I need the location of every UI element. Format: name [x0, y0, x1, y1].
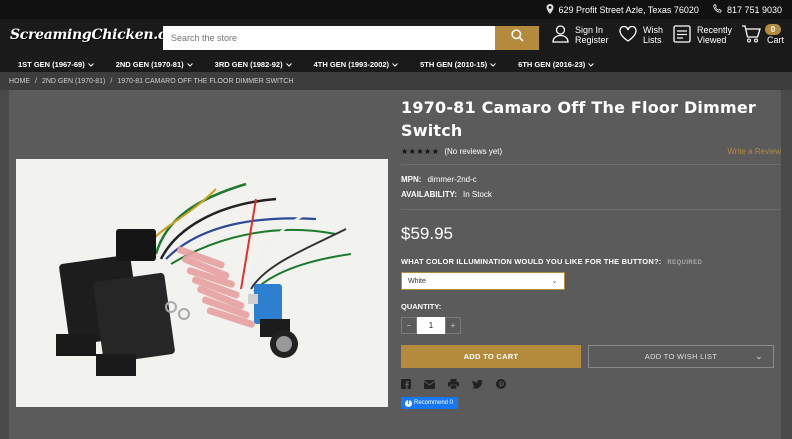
recently-viewed-link[interactable]: Recently Viewed — [673, 25, 732, 45]
option-label-text: WHAT COLOR ILLUMINATION WOULD YOU LIKE F… — [401, 257, 662, 266]
chevron-down-icon — [392, 60, 398, 69]
chevron-down-icon — [285, 60, 292, 69]
add-to-cart-button[interactable]: ADD TO CART — [401, 345, 581, 368]
cart-count-badge: 0 — [765, 24, 781, 35]
facebook-recommend-button[interactable]: f Recommend 0 — [401, 397, 458, 409]
store-address[interactable]: 629 Profit Street Azle, Texas 76020 — [546, 3, 699, 16]
nav-item-label: 1ST GEN (1967-69) — [18, 59, 85, 69]
chevron-down-icon — [490, 60, 497, 69]
wishlist-link[interactable]: Wish Lists — [619, 25, 663, 45]
required-tag: REQUIRED — [667, 260, 703, 266]
top-bar: 629 Profit Street Azle, Texas 76020 817 … — [0, 0, 792, 19]
recently-label: Recently — [697, 25, 733, 35]
chevron-down-icon: ⌄ — [551, 276, 558, 285]
signin-label: Sign In — [575, 25, 604, 35]
breadcrumb-current: 1970-81 CAMARO OFF THE FLOOR DIMMER SWIT… — [117, 77, 294, 85]
heart-icon — [619, 25, 637, 44]
share-icons — [401, 379, 781, 389]
divider — [401, 209, 781, 210]
color-select-value: White — [408, 277, 426, 285]
mpn-label: MPN: — [401, 175, 422, 184]
add-to-wishlist-label: ADD TO WISH LIST — [644, 352, 718, 361]
phone-text: 817 751 9030 — [726, 4, 782, 15]
viewed-label: Viewed — [697, 35, 727, 45]
divider — [401, 164, 781, 165]
chevron-down-icon — [186, 60, 193, 69]
lists-label: Lists — [643, 35, 662, 45]
nav-item-label: 2ND GEN (1970-81) — [115, 59, 184, 69]
mpn-value: dimmer-2nd-c — [427, 175, 477, 184]
address-text: 629 Profit Street Azle, Texas 76020 — [558, 4, 699, 15]
facebook-recommend-label: Recommend 0 — [414, 400, 454, 406]
product-info: 1970-81 Camaro Off The Floor Dimmer Swit… — [401, 90, 781, 409]
twitter-icon[interactable] — [472, 379, 483, 389]
quantity-increase-button[interactable]: + — [445, 317, 461, 334]
recent-icon — [673, 25, 691, 45]
rating-row: ★★★★★ (No reviews yet) Write a Review — [401, 147, 781, 156]
nav-item-label: 3RD GEN (1982-92) — [214, 59, 283, 69]
facebook-icon[interactable] — [401, 379, 411, 389]
product-card: 1970-81 Camaro Off The Floor Dimmer Swit… — [9, 90, 781, 439]
cart-icon: 0 — [741, 24, 781, 45]
email-icon[interactable] — [424, 379, 435, 389]
write-review-link[interactable]: Write a Review — [727, 147, 781, 156]
breadcrumb-separator: / — [110, 77, 113, 85]
mpn-row: MPN: dimmer-2nd-c — [401, 175, 781, 184]
quantity-stepper: − 1 + — [401, 317, 781, 334]
main-nav: 1ST GEN (1967-69) 2ND GEN (1970-81) 3RD GE… — [0, 56, 792, 72]
product-price: $59.95 — [401, 224, 453, 243]
register-label: Register — [575, 35, 609, 45]
store-phone[interactable]: 817 751 9030 — [713, 3, 782, 15]
chevron-down-icon — [87, 60, 94, 69]
availability-label: AVAILABILITY: — [401, 190, 457, 199]
user-icon — [552, 25, 569, 45]
cart-link[interactable]: 0 Cart — [741, 24, 785, 45]
add-to-wishlist-button[interactable]: ADD TO WISH LIST ⌄ — [588, 345, 774, 368]
location-icon — [546, 3, 554, 16]
search-icon — [510, 29, 524, 47]
rating-stars: ★★★★★ — [401, 147, 440, 156]
availability-row: AVAILABILITY: In Stock — [401, 190, 781, 199]
wish-label: Wish — [643, 25, 663, 35]
review-count: (No reviews yet) — [444, 147, 503, 156]
nav-item-label: 4TH GEN (1993-2002) — [313, 59, 390, 69]
cart-label: Cart — [767, 35, 785, 45]
nav-item-label: 5TH GEN (2010-15) — [420, 59, 488, 69]
facebook-icon: f — [405, 399, 412, 407]
nav-item-gen-5[interactable]: 5TH GEN (2010-15) — [420, 59, 497, 69]
nav-item-gen-4[interactable]: 4TH GEN (1993-2002) — [314, 60, 398, 69]
product-title: 1970-81 Camaro Off The Floor Dimmer Swit… — [401, 98, 756, 140]
search-input[interactable] — [163, 26, 495, 50]
pinterest-icon[interactable] — [496, 379, 506, 389]
search-button[interactable] — [495, 26, 539, 50]
nav-item-gen-3[interactable]: 3RD GEN (1982-92) — [215, 60, 292, 69]
breadcrumb: HOME / 2ND GEN (1970-81) / 1970-81 CAMAR… — [0, 72, 792, 90]
quantity-label: QUANTITY: — [401, 302, 442, 311]
phone-icon — [713, 3, 722, 15]
product-image[interactable] — [16, 159, 388, 407]
print-icon[interactable] — [448, 379, 459, 389]
site-header: ScreamingChicken.com Sign In Register Wi… — [0, 19, 792, 56]
breadcrumb-separator: / — [35, 77, 37, 85]
quantity-input[interactable]: 1 — [417, 317, 445, 334]
quantity-decrease-button[interactable]: − — [401, 317, 417, 334]
chevron-down-icon — [588, 60, 595, 69]
option-label: WHAT COLOR ILLUMINATION WOULD YOU LIKE F… — [401, 257, 781, 266]
action-buttons: ADD TO CART ADD TO WISH LIST ⌄ — [401, 345, 781, 368]
breadcrumb-category[interactable]: 2ND GEN (1970-81) — [42, 78, 105, 85]
product-photo-illustration — [16, 159, 388, 407]
color-select[interactable]: White ⌄ — [401, 272, 565, 290]
signin-link[interactable]: Sign In Register — [552, 25, 609, 45]
nav-item-gen-6[interactable]: 6TH GEN (2016-23) — [518, 59, 595, 69]
chevron-down-icon[interactable]: ⌄ — [755, 351, 763, 362]
nav-item-gen-2[interactable]: 2ND GEN (1970-81) — [116, 60, 193, 69]
breadcrumb-home[interactable]: HOME — [9, 78, 30, 85]
availability-value: In Stock — [463, 190, 492, 199]
nav-item-label: 6TH GEN (2016-23) — [518, 59, 586, 69]
search-bar — [163, 26, 539, 50]
nav-item-gen-1[interactable]: 1ST GEN (1967-69) — [18, 60, 94, 69]
